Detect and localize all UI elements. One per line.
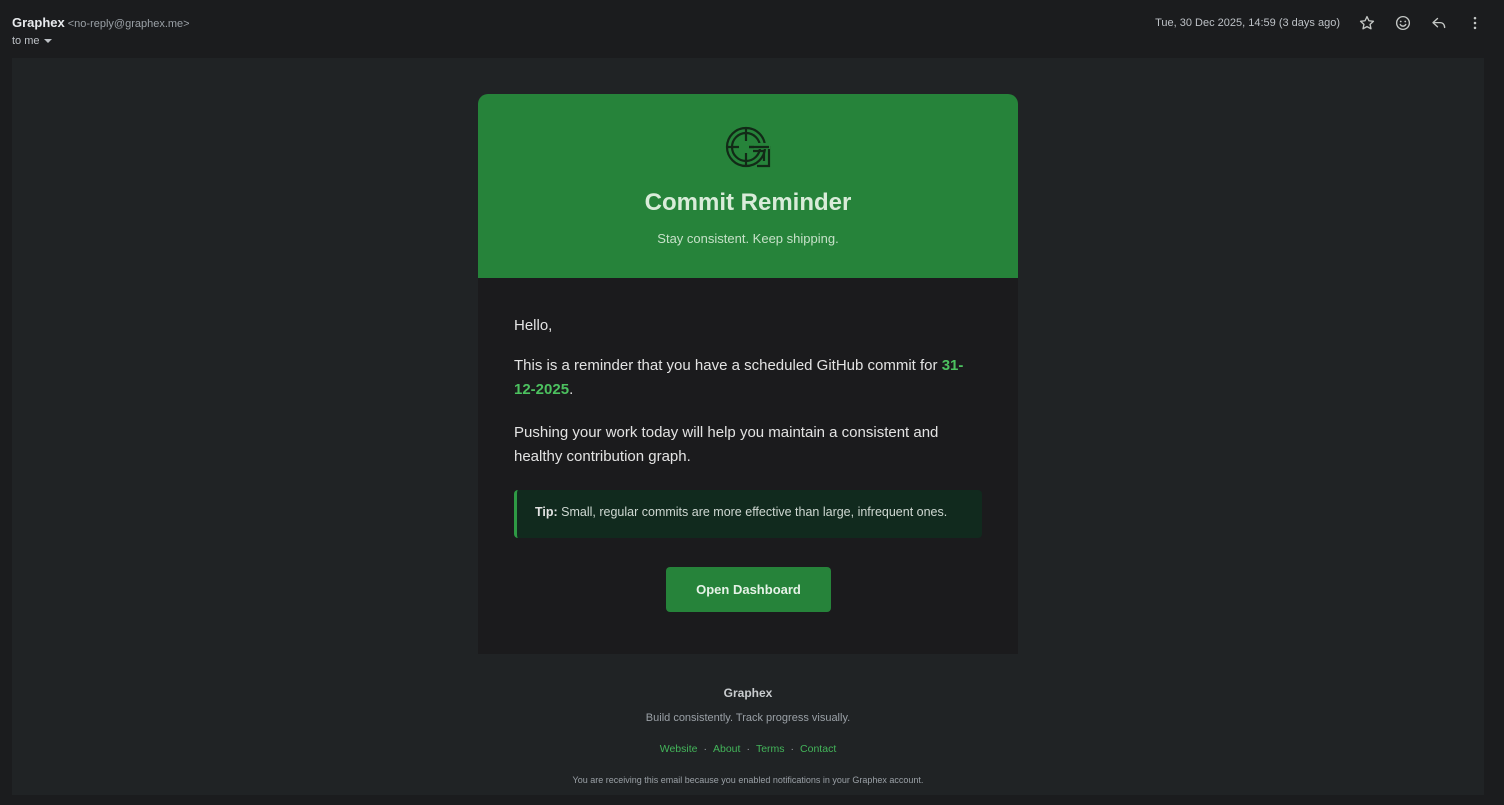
recipient-details[interactable]: to me <box>12 35 52 47</box>
graphex-logo-icon <box>725 126 771 168</box>
footer-note: You are receiving this email because you… <box>572 775 924 785</box>
footer-tagline: Build consistently. Track progress visua… <box>645 712 851 724</box>
footer-link-contact[interactable]: Contact <box>800 743 836 755</box>
footer-separator: · <box>703 743 708 755</box>
sender: Graphex <no-reply@graphex.me> <box>12 15 190 30</box>
star-icon <box>1359 15 1375 30</box>
reply-button[interactable] <box>1428 12 1450 34</box>
sender-name[interactable]: Graphex <box>12 15 65 30</box>
reminder-suffix: . <box>569 380 574 398</box>
tip-box: Tip: Small, regular commits are more eff… <box>514 490 982 538</box>
open-dashboard-button[interactable]: Open Dashboard <box>666 567 831 612</box>
footer-link-about[interactable]: About <box>713 743 740 755</box>
motivation-paragraph: Pushing your work today will help you ma… <box>514 424 939 465</box>
greeting: Hello, <box>514 317 553 334</box>
reminder-paragraph: This is a reminder that you have a sched… <box>514 354 984 401</box>
email-title: Commit Reminder <box>644 189 852 216</box>
star-button[interactable] <box>1356 12 1378 34</box>
reminder-text: This is a reminder that you have a sched… <box>514 357 942 374</box>
email-header-banner: Commit Reminder Stay consistent. Keep sh… <box>478 94 1018 278</box>
email-body: Hello, This is a reminder that you have … <box>478 278 1018 654</box>
footer-links: Website · About · Terms · Contact <box>478 743 1018 755</box>
recipient-label: to me <box>12 35 40 47</box>
reply-icon <box>1432 17 1446 29</box>
footer-separator: · <box>746 743 750 755</box>
email-canvas: Commit Reminder Stay consistent. Keep sh… <box>12 58 1484 795</box>
footer-brand: Graphex <box>723 686 773 700</box>
emoji-icon <box>1395 15 1411 31</box>
mail-header: Graphex <no-reply@graphex.me> to me Tue, … <box>0 0 1504 58</box>
mail-date: Tue, 30 Dec 2025, 14:59 (3 days ago) <box>1155 17 1340 29</box>
footer-link-website[interactable]: Website <box>660 743 698 755</box>
footer-separator: · <box>790 743 795 755</box>
footer-link-terms[interactable]: Terms <box>756 743 785 755</box>
emoji-reaction-button[interactable] <box>1392 12 1414 34</box>
chevron-down-icon <box>43 39 52 43</box>
tip-label: Tip: <box>535 505 558 519</box>
tip-text: Small, regular commits are more effectiv… <box>557 505 948 519</box>
more-vert-icon <box>1473 16 1477 30</box>
sender-email: <no-reply@graphex.me> <box>67 18 190 30</box>
email-subtitle: Stay consistent. Keep shipping. <box>657 231 839 246</box>
more-options-button[interactable] <box>1464 12 1486 34</box>
